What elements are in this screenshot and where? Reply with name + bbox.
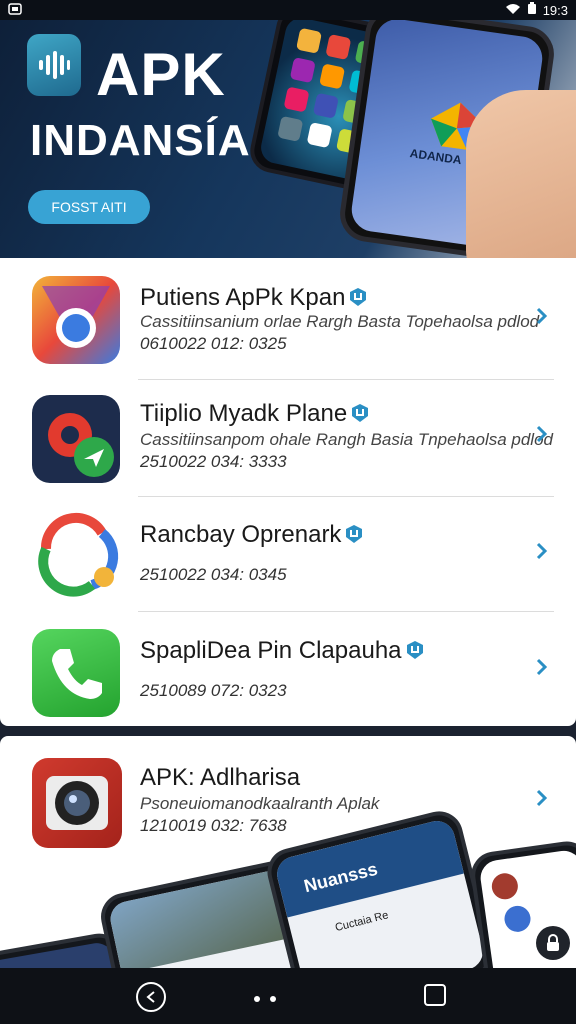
app-name: Rancbay Oprenark — [140, 521, 363, 549]
list-item[interactable]: Tiiplio Myadk Plane Cassitiinsanpom ohal… — [0, 380, 576, 497]
app-description: Cassitiinsanium orlae Rargh Basta Topeha… — [140, 312, 540, 331]
verified-badge-icon — [406, 641, 423, 659]
featured-description: Psoneuiomanodkaalranth Aplak — [140, 794, 380, 813]
app-meta: 2510022 034: 3333 — [140, 452, 287, 471]
app-name: Tiiplio Myadk Plane — [140, 400, 369, 428]
clock-text: 19:3 — [542, 2, 568, 18]
phone-screen-text: ADANDA — [409, 146, 463, 168]
battery-icon — [527, 2, 537, 18]
chevron-right-icon[interactable] — [534, 424, 550, 444]
app-list: Putiens ApPk Kpan Cassitiinsanium orlae … — [0, 258, 576, 726]
status-indicators: 19:3 — [505, 2, 568, 18]
mock-screen-item: Cuctaia Re — [333, 909, 390, 935]
hero-title: APK — [96, 41, 226, 108]
chevron-right-icon[interactable] — [534, 788, 550, 808]
camera-icon — [32, 758, 122, 848]
app-meta: 0610022 012: 0325 — [140, 334, 287, 353]
app-name: SpapliDea Pin Clapauha — [140, 637, 424, 665]
back-button[interactable] — [136, 982, 166, 1012]
app-name: Putiens ApPk Kpan — [140, 284, 367, 312]
list-item[interactable]: SpapliDea Pin Clapauha 2510089 072: 0323 — [0, 613, 576, 729]
chevron-right-icon[interactable] — [534, 306, 550, 326]
hero-subtitle: INDANSÍA — [30, 116, 251, 165]
chevron-right-icon[interactable] — [534, 657, 550, 677]
chevron-right-icon[interactable] — [534, 541, 550, 561]
featured-card[interactable]: APK: Adlharisa Psoneuiomanodkaalranth Ap… — [0, 736, 576, 968]
page-indicator — [254, 996, 276, 1002]
gear-send-icon — [32, 395, 120, 483]
hero-cta-button[interactable]: FOSST AITI — [28, 190, 150, 224]
notification-icon — [8, 2, 22, 18]
list-item[interactable]: Putiens ApPk Kpan Cassitiinsanium orlae … — [0, 258, 576, 380]
lock-icon — [547, 934, 559, 951]
home-button[interactable] — [424, 984, 446, 1006]
list-item[interactable]: Rancbay Oprenark 2510022 034: 0345 — [0, 497, 576, 613]
app-meta: 2510022 034: 0345 — [140, 565, 287, 584]
swirl-icon — [32, 509, 120, 597]
screen: 19:3 APK INDANSÍA FOSST AITI ADANDA Puti… — [0, 0, 576, 1024]
mock-phone-illustration: Nuansss Cuctaia Re — [262, 806, 498, 968]
verified-badge-icon — [350, 288, 367, 306]
status-bar: 19:3 — [0, 0, 576, 20]
featured-title: APK: Adlharisa — [140, 764, 301, 791]
app-meta: 2510089 072: 0323 — [140, 681, 287, 700]
verified-badge-icon — [346, 525, 363, 543]
phone-icon — [32, 629, 120, 717]
chrome-style-icon — [32, 276, 120, 364]
wifi-icon — [505, 3, 521, 18]
hand-illustration — [466, 90, 576, 258]
verified-badge-icon — [352, 404, 369, 422]
featured-meta: 1210019 032: 7638 — [140, 816, 287, 835]
app-description: Cassitiinsanpom ohale Rangh Basia Tnpeha… — [140, 430, 553, 449]
lock-button[interactable] — [536, 926, 570, 960]
navigation-bar — [0, 968, 576, 1024]
divider — [138, 611, 554, 612]
brand-logo-icon — [27, 34, 81, 96]
hero-banner: APK INDANSÍA FOSST AITI ADANDA — [0, 20, 576, 258]
back-icon — [146, 991, 155, 1003]
